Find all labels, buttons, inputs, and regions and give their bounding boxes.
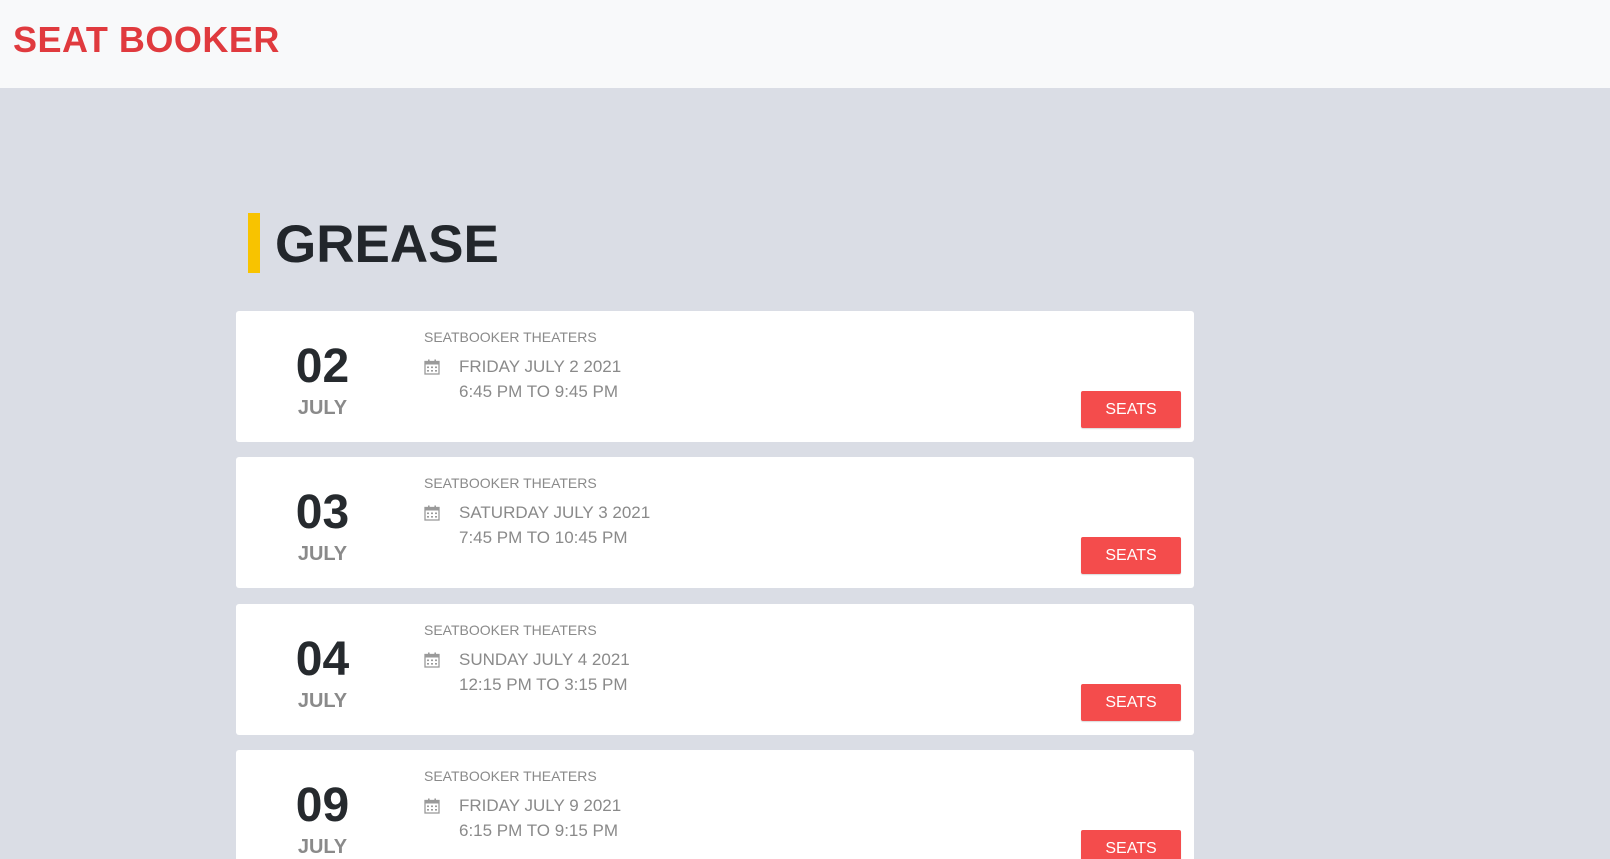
seats-button[interactable]: SEATS bbox=[1081, 684, 1181, 721]
showtime-date: FRIDAY JULY 2 2021 bbox=[459, 357, 622, 376]
title-accent-bar bbox=[248, 213, 260, 273]
showtime-month: JULY bbox=[297, 690, 348, 712]
showtime-day: 04 bbox=[295, 633, 350, 686]
calendar-icon bbox=[424, 652, 440, 668]
showtime-venue: SEATBOOKER THEATERS bbox=[424, 475, 597, 491]
showtime-day: 02 bbox=[295, 340, 350, 393]
brand-logo-link[interactable]: SEAT BOOKER bbox=[13, 20, 280, 60]
showtime-card: 04 JULY SEATBOOKER THEATERS SUNDAY JULY … bbox=[236, 604, 1194, 735]
showtime-venue: SEATBOOKER THEATERS bbox=[424, 622, 597, 638]
seats-button[interactable]: SEATS bbox=[1081, 537, 1181, 574]
showtime-date: SUNDAY JULY 4 2021 bbox=[459, 650, 630, 669]
showtime-time: 6:45 PM TO 9:45 PM bbox=[459, 382, 619, 401]
showtime-date: FRIDAY JULY 9 2021 bbox=[459, 796, 622, 815]
showtime-day: 03 bbox=[295, 486, 350, 539]
showtime-date: SATURDAY JULY 3 2021 bbox=[459, 503, 651, 522]
calendar-icon bbox=[424, 798, 440, 814]
showtime-month: JULY bbox=[297, 543, 348, 565]
showtime-time: 6:15 PM TO 9:15 PM bbox=[459, 821, 619, 840]
showtime-day: 09 bbox=[295, 779, 350, 832]
showtime-card: 03 JULY SEATBOOKER THEATERS SATURDAY JUL… bbox=[236, 457, 1194, 588]
seats-button[interactable]: SEATS bbox=[1081, 830, 1181, 859]
movie-title: GREASE bbox=[275, 215, 499, 274]
calendar-icon bbox=[424, 505, 440, 521]
showtime-venue: SEATBOOKER THEATERS bbox=[424, 768, 597, 784]
showtime-venue: SEATBOOKER THEATERS bbox=[424, 329, 597, 345]
showtime-month: JULY bbox=[297, 836, 348, 858]
showtime-card: 09 JULY SEATBOOKER THEATERS FRIDAY JULY … bbox=[236, 750, 1194, 859]
showtime-time: 12:15 PM TO 3:15 PM bbox=[459, 675, 628, 694]
showtime-month: JULY bbox=[297, 397, 348, 419]
showtime-time: 7:45 PM TO 10:45 PM bbox=[459, 528, 628, 547]
calendar-icon bbox=[424, 359, 440, 375]
showtime-card: 02 JULY SEATBOOKER THEATERS FRIDAY JULY … bbox=[236, 311, 1194, 442]
seats-button[interactable]: SEATS bbox=[1081, 391, 1181, 428]
top-navbar: SEAT BOOKER bbox=[0, 0, 1610, 88]
